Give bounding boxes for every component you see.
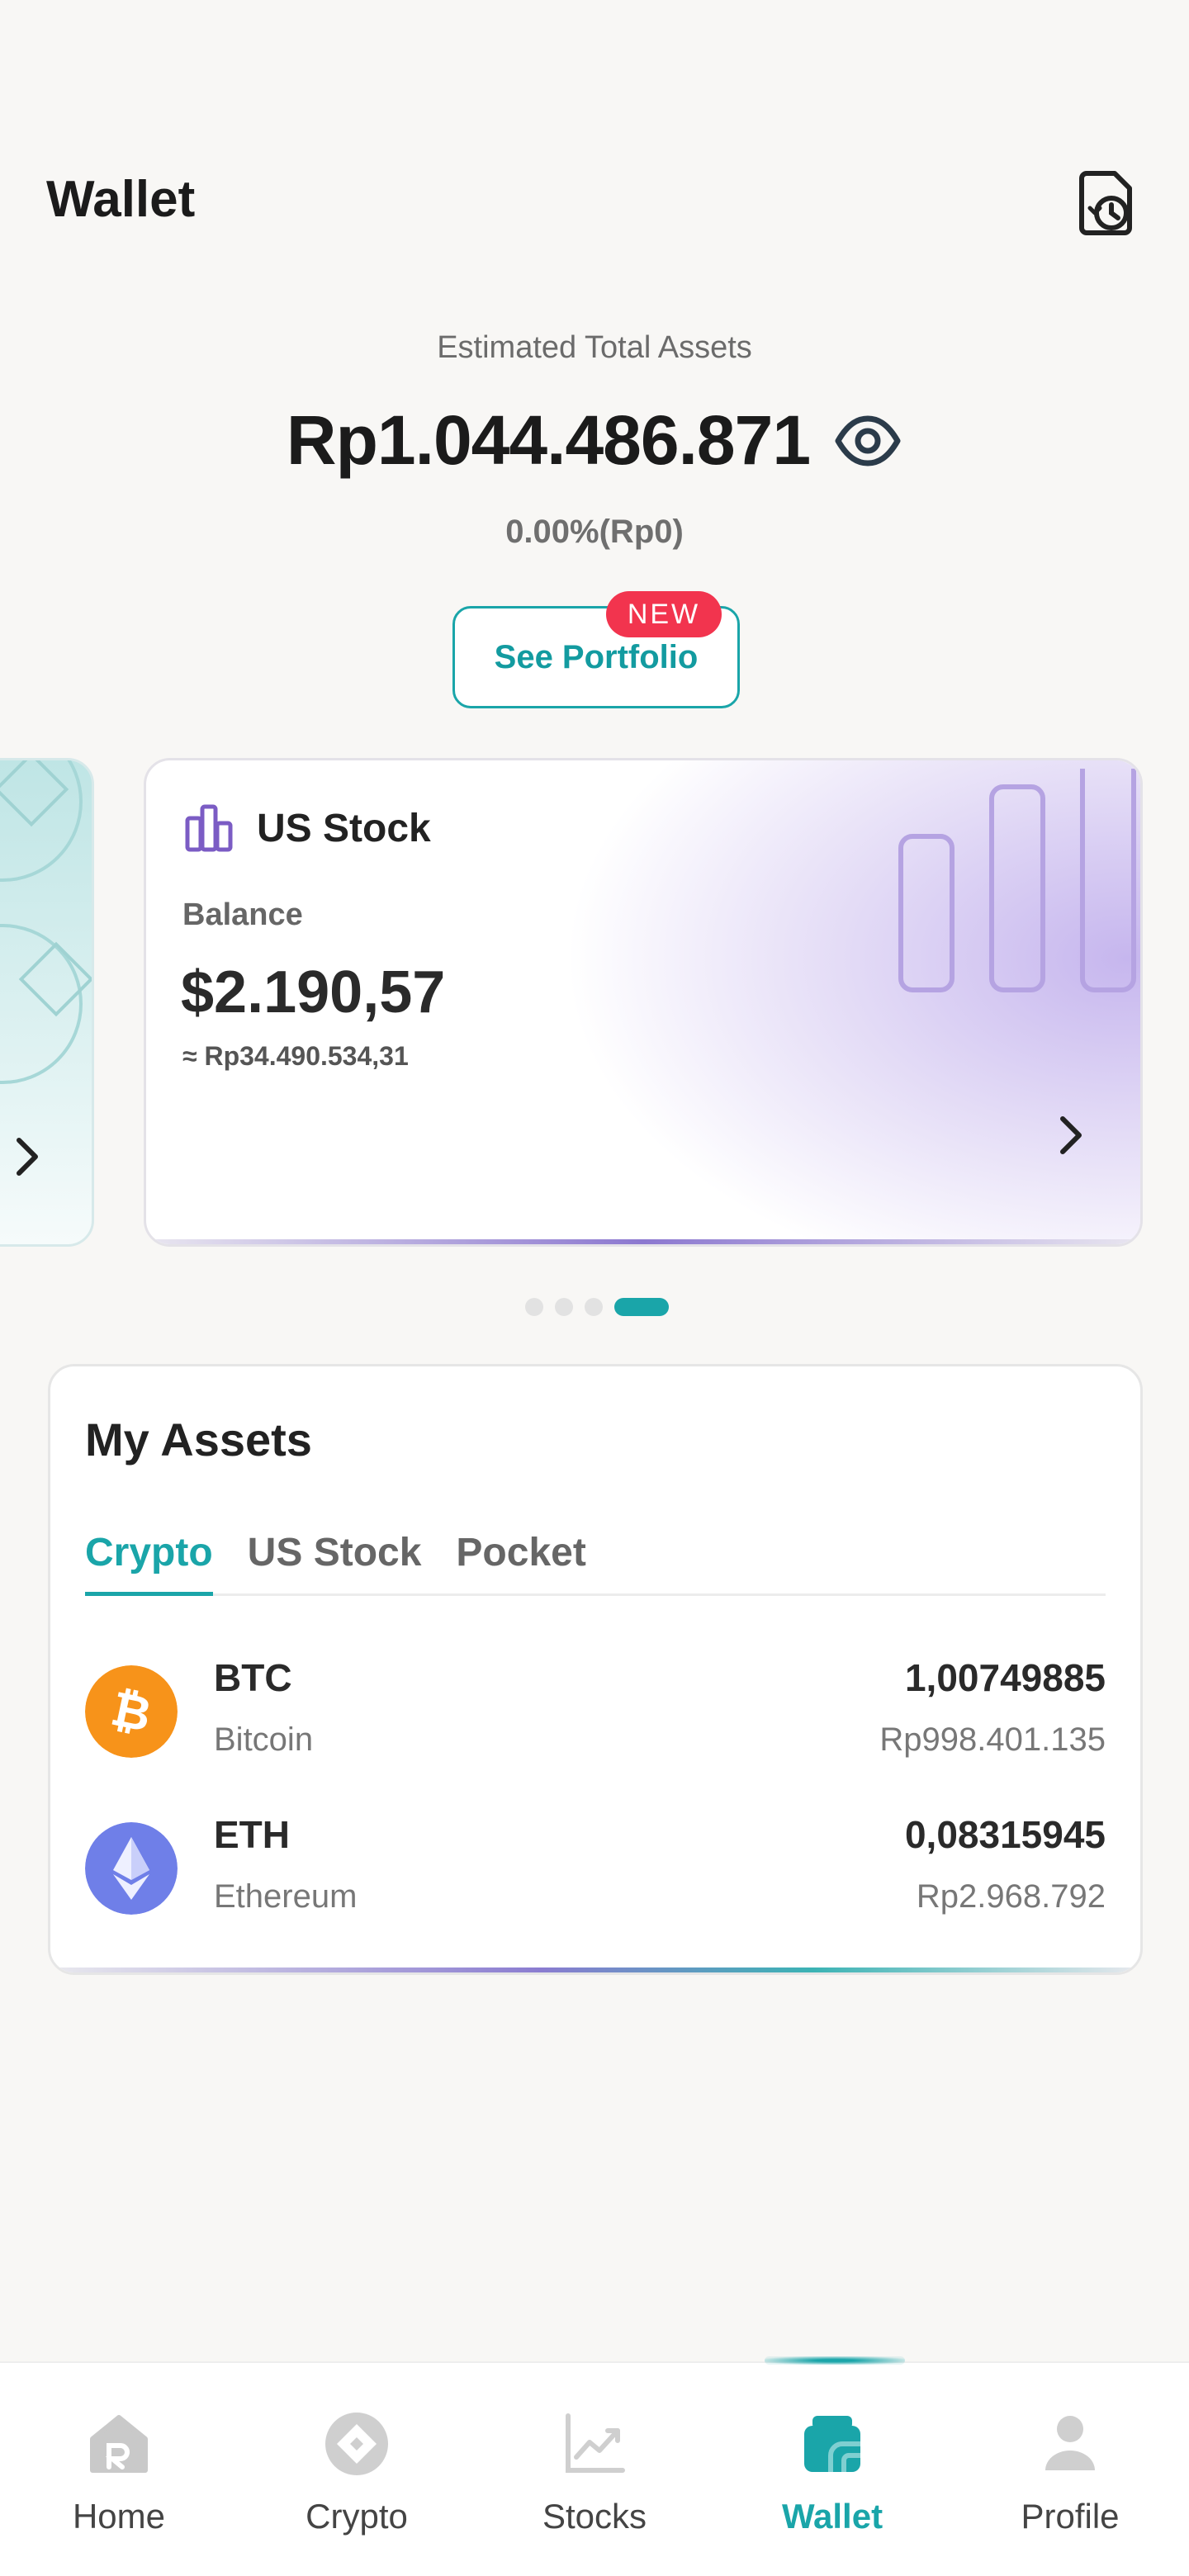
total-assets-value: Rp1.044.486.871 xyxy=(286,401,811,479)
asset-symbol: ETH xyxy=(214,1813,290,1856)
document-history-icon xyxy=(1079,171,1132,235)
bar-pattern-decoration xyxy=(898,769,1136,992)
asset-row-eth[interactable]: ETH Ethereum 0,08315945 Rp2.968.792 xyxy=(85,1804,1106,1928)
bottom-navigation: Home Crypto Stocks Wallet Profile xyxy=(0,2356,1189,2576)
stock-chart-icon xyxy=(185,804,233,852)
page-dot[interactable] xyxy=(555,1298,573,1316)
home-icon xyxy=(90,2415,148,2473)
decorative-pattern xyxy=(0,760,92,1176)
page-dot[interactable] xyxy=(585,1298,603,1316)
my-assets-card: My Assets Crypto US Stock Pocket ₿ BTC B… xyxy=(48,1364,1143,1975)
previous-wallet-card[interactable] xyxy=(0,758,94,1247)
balance-idr: ≈ Rp34.490.534,31 xyxy=(182,1041,409,1071)
us-stock-wallet-card[interactable]: US Stock Balance $2.190,57 ≈ Rp34.490.53… xyxy=(144,758,1143,1247)
eye-icon xyxy=(835,415,901,466)
total-assets-summary: Estimated Total Assets Rp1.044.486.871 0… xyxy=(0,330,1189,551)
asset-row-btc[interactable]: ₿ BTC Bitcoin 1,00749885 Rp998.401.135 xyxy=(85,1647,1106,1771)
asset-amount: 1,00749885 xyxy=(904,1656,1106,1699)
crypto-icon xyxy=(325,2413,388,2475)
tab-crypto[interactable]: Crypto xyxy=(85,1523,213,1596)
my-assets-title: My Assets xyxy=(85,1413,312,1466)
transaction-history-button[interactable] xyxy=(1077,165,1143,239)
chevron-right-icon xyxy=(17,1138,38,1176)
nav-label: Profile xyxy=(1021,2497,1120,2536)
carousel-pagination xyxy=(525,1298,669,1316)
toggle-visibility-button[interactable] xyxy=(833,412,902,470)
page-dot[interactable] xyxy=(525,1298,543,1316)
balance-usd: $2.190,57 xyxy=(181,959,446,1025)
asset-name: Bitcoin xyxy=(214,1721,314,1758)
nav-home[interactable]: Home xyxy=(0,2363,238,2545)
asset-amount: 0,08315945 xyxy=(904,1813,1106,1856)
profile-icon xyxy=(1045,2416,1095,2470)
nav-label: Crypto xyxy=(306,2497,408,2536)
header: Wallet xyxy=(46,157,1143,248)
bitcoin-icon: ₿ xyxy=(85,1665,178,1758)
balance-label: Balance xyxy=(182,897,303,932)
nav-label: Wallet xyxy=(781,2497,883,2536)
asset-tabs: Crypto US Stock Pocket xyxy=(85,1523,1106,1596)
page-title: Wallet xyxy=(46,171,196,228)
asset-name: Ethereum xyxy=(214,1878,358,1915)
page-dot-active[interactable] xyxy=(614,1298,669,1316)
nav-stocks[interactable]: Stocks xyxy=(476,2363,713,2545)
card-title: US Stock xyxy=(257,806,431,850)
asset-value: Rp998.401.135 xyxy=(879,1721,1106,1758)
nav-label: Home xyxy=(72,2497,166,2536)
nav-profile[interactable]: Profile xyxy=(951,2363,1189,2545)
asset-symbol: BTC xyxy=(214,1656,292,1699)
stocks-icon xyxy=(566,2413,625,2473)
nav-crypto[interactable]: Crypto xyxy=(238,2363,476,2545)
wallet-icon xyxy=(804,2416,860,2472)
asset-value: Rp2.968.792 xyxy=(916,1878,1106,1915)
nav-label: Stocks xyxy=(542,2497,647,2536)
pnl-change: 0.00%(Rp0) xyxy=(505,514,684,550)
nav-wallet[interactable]: Wallet xyxy=(713,2363,951,2545)
total-assets-label: Estimated Total Assets xyxy=(437,330,752,365)
ethereum-icon xyxy=(85,1822,178,1915)
chevron-right-icon[interactable] xyxy=(1049,1110,1092,1160)
tab-us-stock[interactable]: US Stock xyxy=(248,1523,422,1593)
new-badge: NEW xyxy=(606,591,722,637)
tab-pocket[interactable]: Pocket xyxy=(456,1523,585,1593)
